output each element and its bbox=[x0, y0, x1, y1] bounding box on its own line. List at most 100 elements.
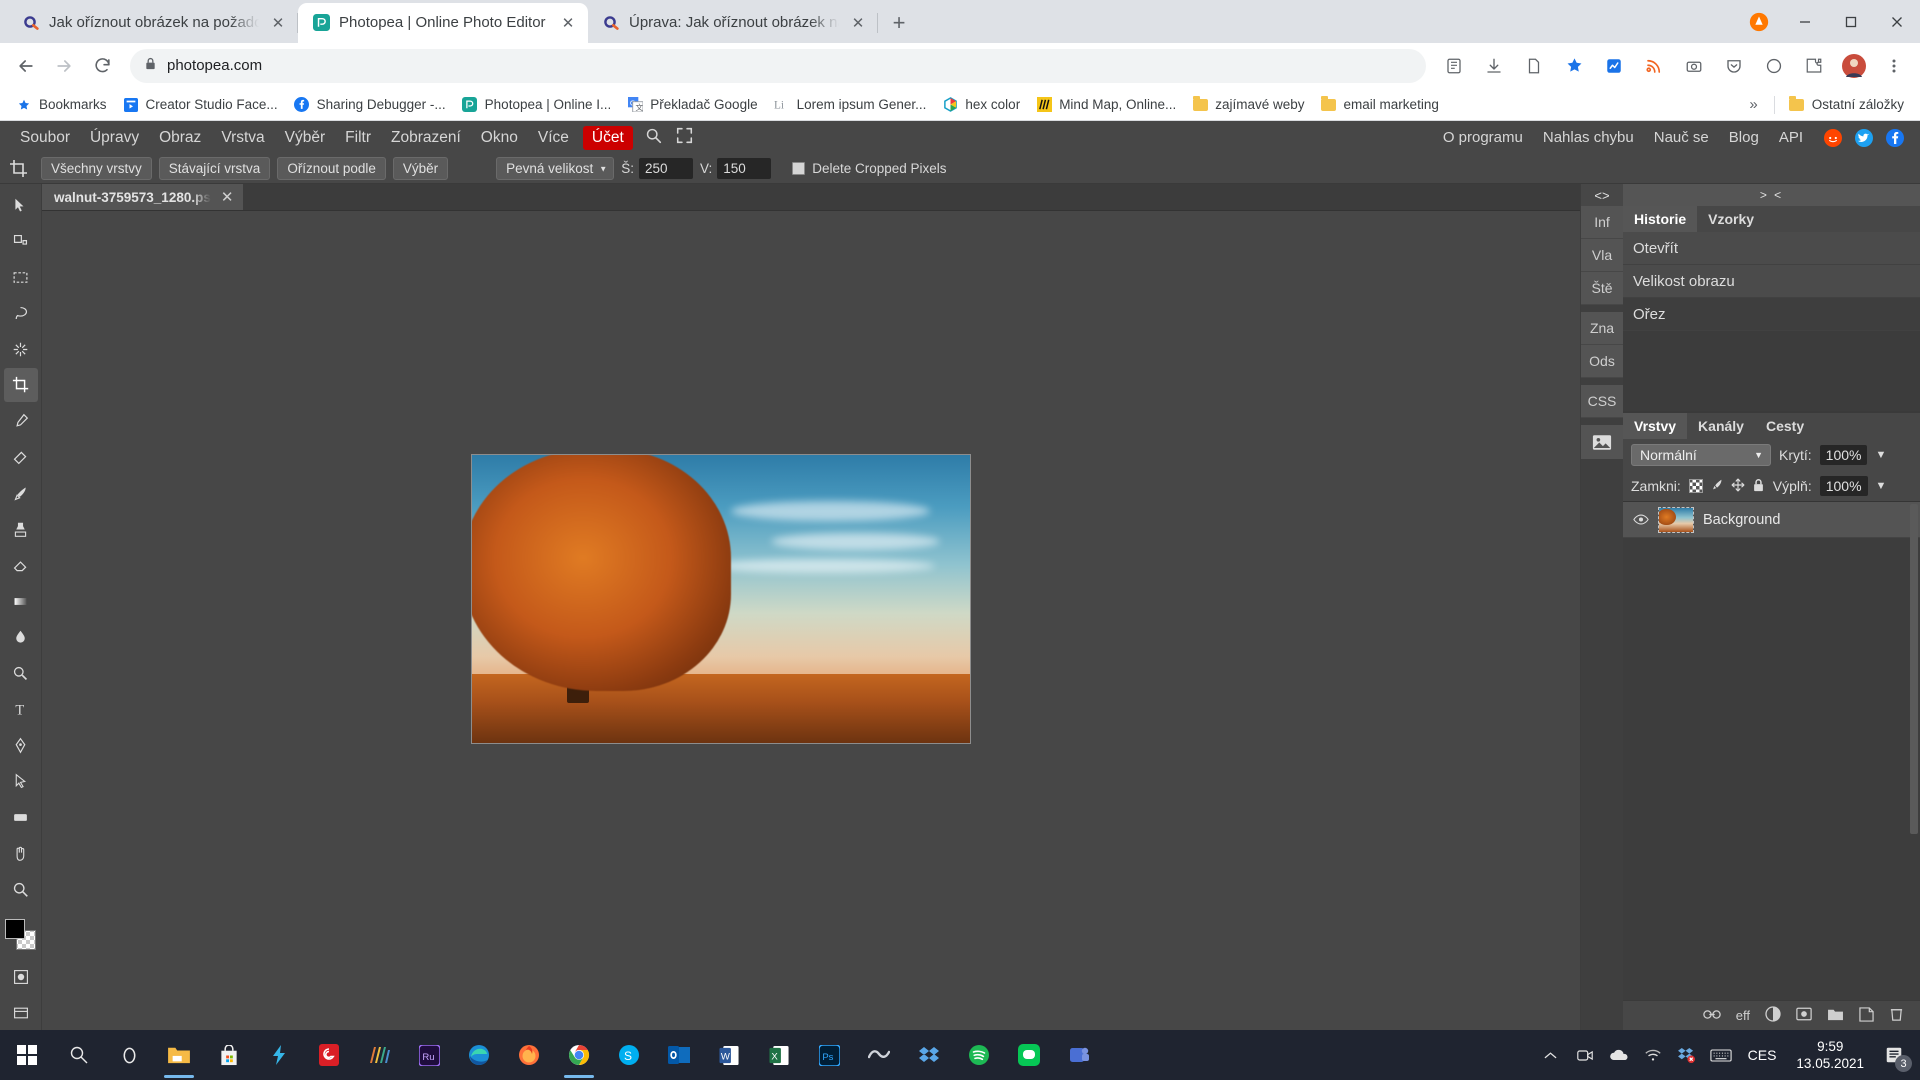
page-icon[interactable] bbox=[1516, 48, 1552, 84]
panel-collapse-bar[interactable]: > < bbox=[1623, 184, 1920, 206]
close-icon[interactable]: ✕ bbox=[268, 13, 288, 33]
browser-tab-2[interactable]: Úprava: Jak oříznout obrázek na ✕ bbox=[588, 3, 878, 43]
cortana-icon[interactable] bbox=[104, 1030, 154, 1080]
path-select-tool[interactable] bbox=[4, 764, 38, 798]
bookmark-item-hex-color[interactable]: hex color bbox=[934, 93, 1028, 117]
trash-icon[interactable] bbox=[1889, 1006, 1904, 1025]
rail-item-css[interactable]: CSS bbox=[1581, 385, 1623, 418]
onedrive-icon[interactable] bbox=[1602, 1030, 1636, 1080]
document-tab[interactable]: walnut-3759573_1280.ps ✕ bbox=[42, 184, 244, 210]
shape-tool[interactable] bbox=[4, 800, 38, 834]
menu-api[interactable]: API bbox=[1769, 125, 1813, 150]
rail-item-vla[interactable]: Vla bbox=[1581, 239, 1623, 272]
close-icon[interactable]: ✕ bbox=[221, 188, 234, 206]
bookmark-item-mind-map[interactable]: Mind Map, Online... bbox=[1028, 93, 1184, 117]
history-item-otevrit[interactable]: Otevřít bbox=[1623, 232, 1920, 265]
notifications-button[interactable]: 3 bbox=[1874, 1030, 1914, 1080]
bookmarks-overflow-button[interactable]: » bbox=[1739, 92, 1767, 117]
menu-vyber[interactable]: Výběr bbox=[275, 125, 336, 151]
bookmark-item-creator-studio[interactable]: Creator Studio Face... bbox=[115, 93, 286, 117]
word-icon[interactable]: W bbox=[704, 1030, 754, 1080]
file-explorer-icon[interactable] bbox=[154, 1030, 204, 1080]
bookmark-item-bookmarks[interactable]: Bookmarks bbox=[8, 93, 115, 117]
eraser-tool[interactable] bbox=[4, 548, 38, 582]
option-oriznout-podle[interactable]: Oříznout podle bbox=[277, 157, 386, 180]
crop-tool-icon[interactable] bbox=[8, 158, 30, 180]
avatar[interactable] bbox=[1836, 48, 1872, 84]
winrar-icon[interactable] bbox=[354, 1030, 404, 1080]
eyedropper-tool[interactable] bbox=[4, 404, 38, 438]
search-icon[interactable] bbox=[54, 1030, 104, 1080]
brush-tool[interactable] bbox=[4, 476, 38, 510]
rail-item-inf[interactable]: Inf bbox=[1581, 206, 1623, 239]
blend-mode-select[interactable]: Normální ▼ bbox=[1631, 444, 1771, 466]
chrome-menu-icon[interactable] bbox=[1876, 48, 1912, 84]
fill-value[interactable]: 100% bbox=[1819, 476, 1868, 496]
avast-tray-icon[interactable] bbox=[1736, 0, 1782, 44]
creative-cloud-icon[interactable] bbox=[304, 1030, 354, 1080]
premiere-rush-icon[interactable]: Ru bbox=[404, 1030, 454, 1080]
heal-tool[interactable] bbox=[4, 440, 38, 474]
close-window-button[interactable] bbox=[1874, 0, 1920, 44]
bookmark-item-zajimave-weby[interactable]: zajímavé weby bbox=[1184, 93, 1312, 117]
option-stavajici-vrstva[interactable]: Stávající vrstva bbox=[158, 157, 271, 180]
teams-icon[interactable] bbox=[1054, 1030, 1104, 1080]
tab-vrstvy[interactable]: Vrstvy bbox=[1623, 413, 1688, 439]
extension-chart-icon[interactable] bbox=[1596, 48, 1632, 84]
eye-icon[interactable] bbox=[1633, 514, 1649, 525]
link-icon[interactable] bbox=[1703, 1008, 1721, 1023]
magic-wand-tool[interactable] bbox=[4, 332, 38, 366]
camera-icon[interactable] bbox=[1568, 1030, 1602, 1080]
effects-label[interactable]: eff bbox=[1736, 1008, 1750, 1023]
bookmark-item-google-translate[interactable]: G文 Překladač Google bbox=[619, 93, 765, 117]
spotify-icon[interactable] bbox=[954, 1030, 1004, 1080]
crop-width-input[interactable] bbox=[638, 158, 693, 179]
firefox-icon[interactable] bbox=[504, 1030, 554, 1080]
opacity-value[interactable]: 100% bbox=[1819, 445, 1868, 465]
rss-icon[interactable] bbox=[1636, 48, 1672, 84]
bookmark-item-lorem-ipsum[interactable]: Li Lorem ipsum Gener... bbox=[766, 93, 935, 117]
excel-icon[interactable]: X bbox=[754, 1030, 804, 1080]
folder-icon[interactable] bbox=[1827, 1007, 1844, 1024]
dodge-tool[interactable] bbox=[4, 656, 38, 690]
gradient-tool[interactable] bbox=[4, 584, 38, 618]
delete-cropped-pixels-checkbox[interactable]: Delete Cropped Pixels bbox=[792, 161, 947, 176]
mask-icon[interactable] bbox=[1796, 1007, 1812, 1024]
minimize-button[interactable] bbox=[1782, 0, 1828, 44]
facebook-icon[interactable] bbox=[1884, 127, 1906, 149]
download-icon[interactable] bbox=[1476, 48, 1512, 84]
canvas[interactable] bbox=[42, 211, 1580, 1030]
forward-icon[interactable] bbox=[46, 48, 82, 84]
screen-mode-icon[interactable] bbox=[4, 996, 38, 1030]
language-indicator[interactable]: CES bbox=[1738, 1047, 1787, 1063]
history-item-velikost-obrazu[interactable]: Velikost obrazu bbox=[1623, 265, 1920, 298]
menu-blog[interactable]: Blog bbox=[1719, 125, 1769, 150]
opacity-dropdown-icon[interactable]: ▼ bbox=[1875, 449, 1886, 461]
close-icon[interactable]: ✕ bbox=[558, 13, 578, 33]
adjustment-icon[interactable] bbox=[1765, 1006, 1781, 1025]
rail-item-ste[interactable]: Ště bbox=[1581, 272, 1623, 305]
clock[interactable]: 9:59 13.05.2021 bbox=[1786, 1038, 1874, 1072]
bookmark-item-email-marketing[interactable]: email marketing bbox=[1313, 93, 1447, 117]
crop-tool[interactable] bbox=[3, 368, 38, 402]
edge-icon[interactable] bbox=[454, 1030, 504, 1080]
move-lock-icon[interactable] bbox=[1731, 478, 1745, 495]
fill-dropdown-icon[interactable]: ▼ bbox=[1876, 480, 1887, 492]
dropbox-tray-icon[interactable] bbox=[1670, 1030, 1704, 1080]
blur-tool[interactable] bbox=[4, 620, 38, 654]
reading-list-icon[interactable] bbox=[1436, 48, 1472, 84]
search-icon[interactable] bbox=[637, 123, 670, 153]
microsoft-store-icon[interactable] bbox=[204, 1030, 254, 1080]
account-button[interactable]: Účet bbox=[582, 125, 633, 150]
tab-historie[interactable]: Historie bbox=[1623, 206, 1698, 232]
windows-icon[interactable] bbox=[0, 1030, 54, 1080]
bookmark-star-icon[interactable] bbox=[1556, 48, 1592, 84]
option-vyber[interactable]: Výběr bbox=[392, 157, 449, 180]
image-icon[interactable] bbox=[1581, 425, 1623, 459]
outlook-icon[interactable] bbox=[654, 1030, 704, 1080]
pen-tool[interactable] bbox=[4, 728, 38, 762]
tab-vzorky[interactable]: Vzorky bbox=[1697, 206, 1765, 232]
foreground-color-swatch[interactable] bbox=[4, 919, 25, 939]
menu-upravy[interactable]: Úpravy bbox=[80, 125, 149, 151]
rail-item-zna[interactable]: Zna bbox=[1581, 312, 1623, 345]
